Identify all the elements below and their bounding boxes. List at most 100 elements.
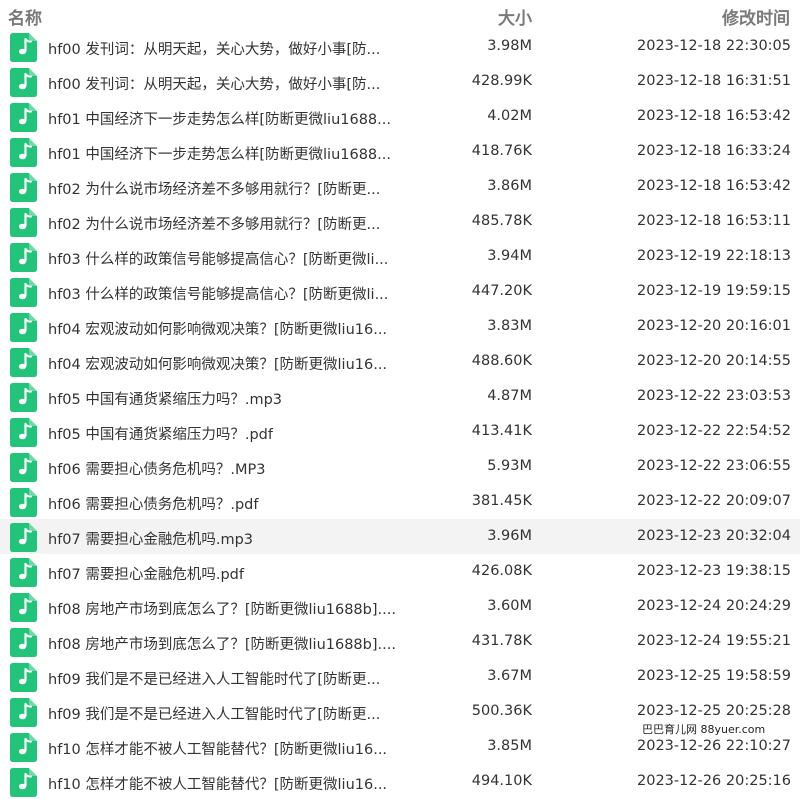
file-row[interactable]: hf02 为什么说市场经济差不多够用就行？[防断更... 485.78K 2023-…	[0, 204, 800, 239]
file-modified-time: 2023-12-19 22:18:13	[637, 248, 791, 264]
column-header: 名称 大小 修改时间	[0, 0, 800, 30]
file-row[interactable]: hf09 我们是不是已经进入人工智能时代了[防断更... 3.67M 2023-12…	[0, 659, 800, 694]
file-size: 3.67M	[487, 668, 532, 684]
file-modified-time: 2023-12-18 16:53:11	[637, 213, 791, 229]
file-row[interactable]: hf00 发刊词：从明天起，关心大势，做好小事[防... 3.98M 2023-12…	[0, 29, 800, 64]
file-row[interactable]: hf05 中国有通货紧缩压力吗？.pdf 413.41K 2023-12-22 22…	[0, 414, 800, 449]
file-music-note-icon	[10, 103, 37, 132]
file-name: hf09 我们是不是已经进入人工智能时代了[防断更...	[48, 672, 381, 688]
file-modified-time: 2023-12-26 22:10:27	[637, 738, 791, 754]
file-size: 3.96M	[487, 528, 532, 544]
file-music-note-icon	[10, 418, 37, 447]
file-music-note-icon	[10, 558, 37, 587]
file-row[interactable]: hf04 宏观波动如何影响微观决策？[防断更微liu16... 3.83M 2023…	[0, 309, 800, 344]
file-name: hf04 宏观波动如何影响微观决策？[防断更微liu16...	[48, 322, 388, 338]
file-modified-time: 2023-12-24 19:55:21	[637, 633, 791, 649]
file-name: hf00 发刊词：从明天起，关心大势，做好小事[防...	[48, 42, 381, 58]
file-music-note-icon	[10, 523, 37, 552]
column-header-size[interactable]: 大小	[498, 4, 532, 29]
file-size: 426.08K	[471, 563, 532, 579]
file-name: hf09 我们是不是已经进入人工智能时代了[防断更...	[48, 707, 381, 723]
file-name: hf07 需要担心金融危机吗.mp3	[48, 532, 254, 548]
file-music-note-icon	[10, 208, 37, 237]
file-modified-time: 2023-12-22 20:09:07	[637, 493, 791, 509]
file-list: hf00 发刊词：从明天起，关心大势，做好小事[防... 3.98M 2023-12…	[0, 29, 800, 799]
column-header-modified[interactable]: 修改时间	[722, 4, 790, 29]
file-size: 3.86M	[487, 178, 532, 194]
file-row[interactable]: hf03 什么样的政策信号能够提高信心？[防断更微li... 3.94M 2023-…	[0, 239, 800, 274]
file-modified-time: 2023-12-20 20:14:55	[637, 353, 791, 369]
file-modified-time: 2023-12-22 23:06:55	[637, 458, 791, 474]
file-name: hf06 需要担心债务危机吗？.MP3	[48, 462, 266, 478]
file-size: 4.02M	[487, 108, 532, 124]
file-name: hf01 中国经济下一步走势怎么样[防断更微liu1688...	[48, 112, 391, 128]
file-name: hf05 中国有通货紧缩压力吗？.pdf	[48, 427, 273, 443]
file-modified-time: 2023-12-18 16:31:51	[637, 73, 791, 89]
file-music-note-icon	[10, 173, 37, 202]
file-size: 485.78K	[471, 213, 532, 229]
file-size: 3.60M	[487, 598, 532, 614]
file-row[interactable]: hf08 房地产市场到底怎么了？[防断更微liu1688b].... 431.78…	[0, 624, 800, 659]
file-row[interactable]: hf06 需要担心债务危机吗？.MP3 5.93M 2023-12-22 23:06…	[0, 449, 800, 484]
file-name: hf04 宏观波动如何影响微观决策？[防断更微liu16...	[48, 357, 388, 373]
file-name: hf03 什么样的政策信号能够提高信心？[防断更微li...	[48, 287, 389, 303]
file-size: 3.98M	[487, 38, 532, 54]
file-row[interactable]: hf05 中国有通货紧缩压力吗？.mp3 4.87M 2023-12-22 23:0…	[0, 379, 800, 414]
file-music-note-icon	[10, 593, 37, 622]
file-row[interactable]: hf00 发刊词：从明天起，关心大势，做好小事[防... 428.99K 2023-…	[0, 64, 800, 99]
file-size: 3.94M	[487, 248, 532, 264]
file-name: hf08 房地产市场到底怎么了？[防断更微liu1688b]....	[48, 602, 396, 618]
file-music-note-icon	[10, 278, 37, 307]
file-size: 413.41K	[471, 423, 532, 439]
file-music-note-icon	[10, 313, 37, 342]
file-music-note-icon	[10, 663, 37, 692]
file-row[interactable]: hf10 怎样才能不被人工智能替代？[防断更微liu16... 494.10K 20…	[0, 764, 800, 799]
file-modified-time: 2023-12-18 16:33:24	[637, 143, 791, 159]
file-name: hf08 房地产市场到底怎么了？[防断更微liu1688b]....	[48, 637, 396, 653]
file-music-note-icon	[10, 628, 37, 657]
file-row[interactable]: hf06 需要担心债务危机吗？.pdf 381.45K 2023-12-22 20:…	[0, 484, 800, 519]
file-music-note-icon	[10, 488, 37, 517]
file-modified-time: 2023-12-18 22:30:05	[637, 38, 791, 54]
file-music-note-icon	[10, 698, 37, 727]
file-row[interactable]: hf04 宏观波动如何影响微观决策？[防断更微liu16... 488.60K 20…	[0, 344, 800, 379]
file-size: 3.85M	[487, 738, 532, 754]
file-row[interactable]: hf07 需要担心金融危机吗.pdf 426.08K 2023-12-23 19:3…	[0, 554, 800, 589]
file-row[interactable]: hf01 中国经济下一步走势怎么样[防断更微liu1688... 418.76K 2…	[0, 134, 800, 169]
file-music-note-icon	[10, 33, 37, 62]
watermark: 巴巴育儿网 88yuer.com	[640, 720, 768, 738]
file-modified-time: 2023-12-19 19:59:15	[637, 283, 791, 299]
file-name: hf01 中国经济下一步走势怎么样[防断更微liu1688...	[48, 147, 391, 163]
file-size: 418.76K	[471, 143, 532, 159]
file-modified-time: 2023-12-23 20:32:04	[637, 528, 791, 544]
file-music-note-icon	[10, 383, 37, 412]
file-size: 4.87M	[487, 388, 532, 404]
file-name: hf06 需要担心债务危机吗？.pdf	[48, 497, 259, 513]
file-row[interactable]: hf01 中国经济下一步走势怎么样[防断更微liu1688... 4.02M 202…	[0, 99, 800, 134]
file-size: 5.93M	[487, 458, 532, 474]
column-header-name[interactable]: 名称	[8, 4, 42, 29]
file-music-note-icon	[10, 453, 37, 482]
file-modified-time: 2023-12-24 20:24:29	[637, 598, 791, 614]
file-size: 431.78K	[471, 633, 532, 649]
file-name: hf10 怎样才能不被人工智能替代？[防断更微liu16...	[48, 742, 388, 758]
file-name: hf03 什么样的政策信号能够提高信心？[防断更微li...	[48, 252, 389, 268]
file-row[interactable]: hf02 为什么说市场经济差不多够用就行？[防断更... 3.86M 2023-12…	[0, 169, 800, 204]
file-name: hf07 需要担心金融危机吗.pdf	[48, 567, 244, 583]
file-size: 488.60K	[471, 353, 532, 369]
file-size: 447.20K	[471, 283, 532, 299]
file-modified-time: 2023-12-20 20:16:01	[637, 318, 791, 334]
file-modified-time: 2023-12-22 23:03:53	[637, 388, 791, 404]
file-modified-time: 2023-12-26 20:25:16	[637, 773, 791, 789]
file-row[interactable]: hf07 需要担心金融危机吗.mp3 3.96M 2023-12-23 20:32:…	[0, 519, 800, 554]
file-modified-time: 2023-12-25 19:58:59	[637, 668, 791, 684]
file-size: 494.10K	[471, 773, 532, 789]
file-name: hf02 为什么说市场经济差不多够用就行？[防断更...	[48, 182, 381, 198]
file-row[interactable]: hf08 房地产市场到底怎么了？[防断更微liu1688b].... 3.60M 2…	[0, 589, 800, 624]
file-name: hf10 怎样才能不被人工智能替代？[防断更微liu16...	[48, 777, 388, 793]
file-modified-time: 2023-12-23 19:38:15	[637, 563, 791, 579]
file-size: 381.45K	[471, 493, 532, 509]
file-row[interactable]: hf03 什么样的政策信号能够提高信心？[防断更微li... 447.20K 202…	[0, 274, 800, 309]
file-name: hf02 为什么说市场经济差不多够用就行？[防断更...	[48, 217, 381, 233]
file-music-note-icon	[10, 68, 37, 97]
